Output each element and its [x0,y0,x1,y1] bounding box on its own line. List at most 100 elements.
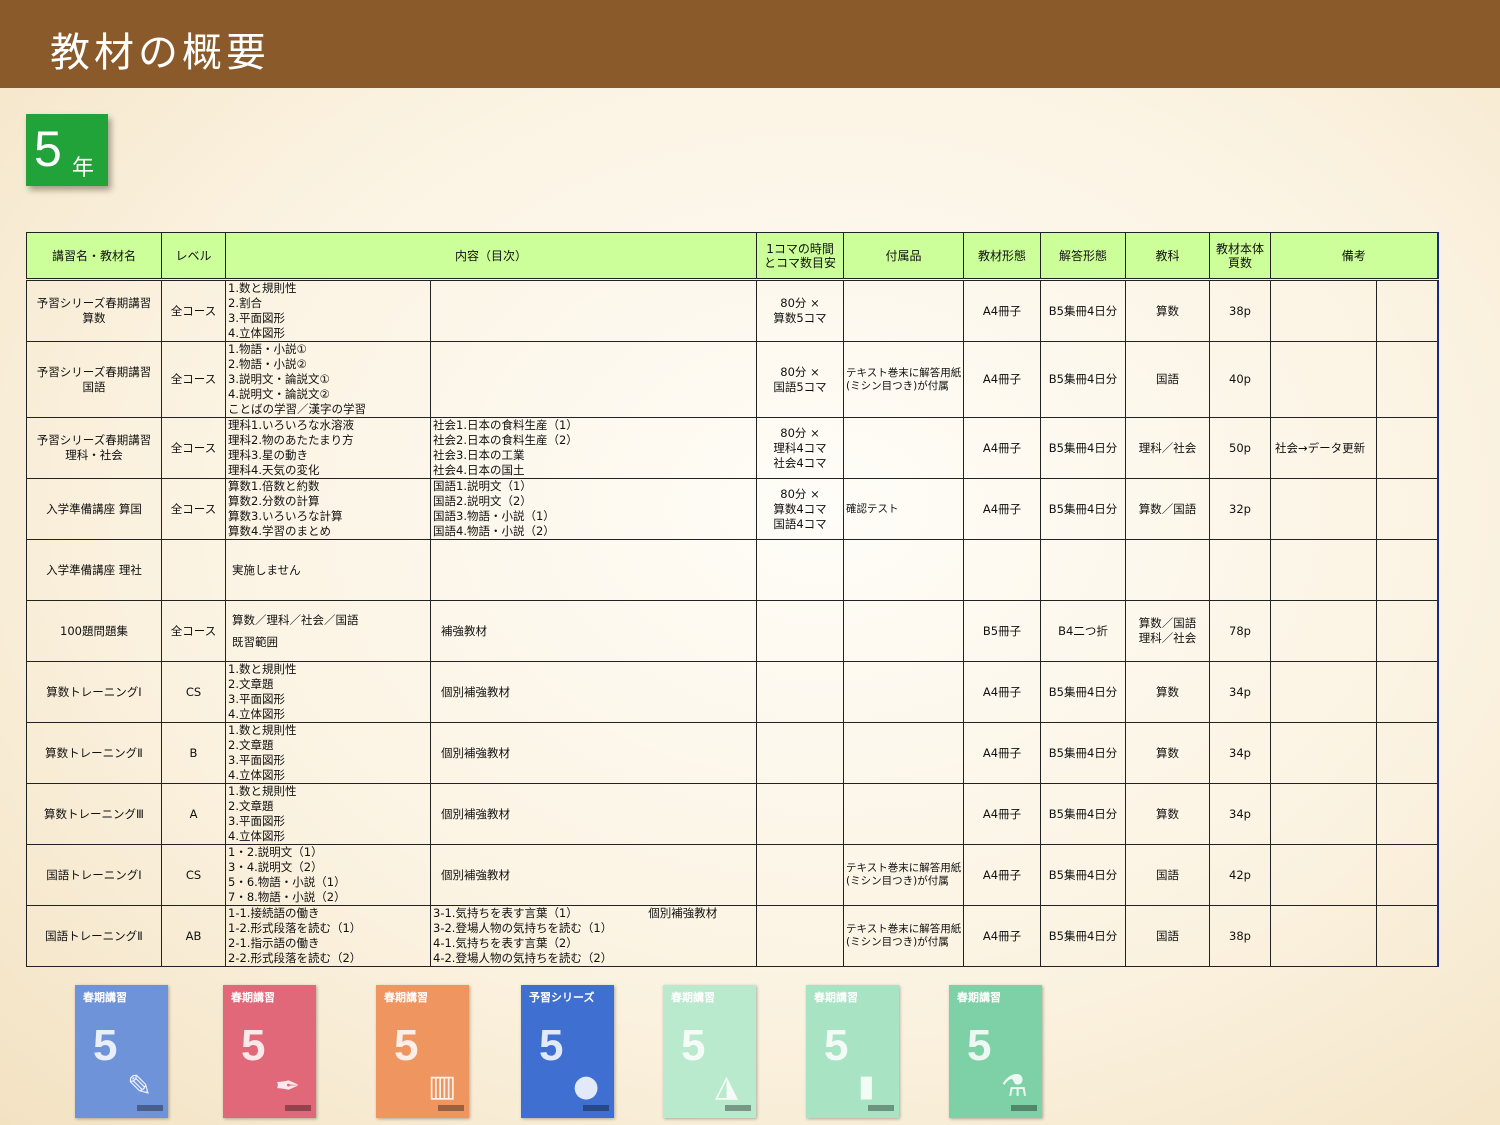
cell-line: 2.文章題 [228,738,274,752]
cell-level: A [161,783,226,845]
cell-subject [1125,539,1211,601]
cell-line: 社会2.日本の食料生産（2） [433,433,578,447]
cell-line: 2.割合 [228,296,262,310]
cell-line: 理科／社会 [1138,440,1197,455]
table-row: 入学準備講座 理社 実施しません [26,539,1439,601]
table-row: 国語トレーニングⅠ CS 1・2.説明文（1） 3・4.説明文（2） 5・6.物語・… [26,844,1439,906]
cell-line: 国語1.説明文（1） [433,479,532,494]
cell-extra [1376,905,1439,967]
cell-line: 理科1.いろいろな水溶液 [228,418,354,433]
table-row: 入学準備講座 算国 全コース 算数1.倍数と約数 算数2.分数の計算 算数3.いろい… [26,478,1439,540]
book-grade-number: 5 [394,1021,419,1070]
header-remarks: 備考 [1270,232,1439,281]
cell-pages: 50p [1209,417,1272,479]
cell-line: 80分 × [780,364,820,379]
cell-attach: テキスト巻末に解答用紙 (ミシン目つき)が付属 [843,341,965,418]
cell-line: 80分 × [780,425,820,440]
book-grade-number: 5 [824,1021,849,1070]
table-row: 算数トレーニングⅢ A 1.数と規則性 2.文章題 3.平面図形 4.立体図形 個別補… [26,783,1439,845]
cell-line: 国語5コマ [773,379,827,394]
cell-attach [843,279,965,342]
cell-extra [1376,539,1439,601]
cell-format: A4冊子 [963,661,1042,723]
book-label: 春期講習 [231,991,275,1004]
cell-line: 算数 [1156,303,1180,318]
cell-line: 算数4.学習のまとめ [228,524,331,538]
cell-subject: 理科／社会 [1125,417,1211,479]
cell-line: 2-1.指示語の働き [228,936,320,950]
cell-line: (ミシン目つき)が付属 [846,875,949,887]
cell-time [756,905,845,967]
page-title: 教材の概要 [50,30,270,76]
cell-contents-2: 個別補強教材 [429,844,758,906]
cell-time [756,783,845,845]
cell-name: 入学準備講座 算国 [26,478,162,540]
cell-answer [1040,539,1127,601]
cell-line: 入学準備講座 理社 [46,562,142,577]
cell-line: 算数5コマ [773,311,827,325]
cell-line: 算数 [1156,684,1180,699]
cell-name: 予習シリーズ春期講習 理科・社会 [26,417,162,479]
header-time: 1コマの時間 とコマ数目安 [756,232,845,281]
book-label: 春期講習 [671,991,715,1004]
book-grade-number: 5 [681,1021,706,1070]
cell-line: 個別補強教材 [648,906,718,921]
cell-line: 予習シリーズ春期講習 [36,433,152,447]
cell-line: 3.説明文・論説文① [228,372,330,386]
book-icon: ▮ [858,1069,875,1104]
publisher-logo [583,1105,609,1111]
grade-badge: 5 年 [26,114,108,186]
cell-remarks [1270,539,1378,601]
cell-line: 算数トレーニングⅠ [46,684,142,699]
cell-contents-2 [429,539,758,601]
cell-line: 予習シリーズ春期講習 [36,296,152,310]
cell-line: 4.立体図形 [228,829,285,843]
cell-attach [843,539,965,601]
cell-line: 理科2.物のあたたまり方 [228,433,354,447]
cell-attach: テキスト巻末に解答用紙 (ミシン目つき)が付属 [843,905,965,967]
cell-name: 国語トレーニングⅡ [26,905,162,967]
cell-time: 80分 × 理科4コマ 社会4コマ [756,417,845,479]
header-level: レベル [161,232,226,281]
cell-line: 国語 [1156,867,1180,882]
header-contents: 内容（目次） [224,232,758,281]
cell-line: 算数トレーニングⅢ [44,806,144,821]
cell-pages [1209,539,1272,601]
cell-level: 全コース [161,600,226,662]
cell-attach [843,661,965,723]
table-header-row: 講習名・教材名 レベル 内容（目次） 1コマの時間 とコマ数目安 付属品 教材形態… [26,232,1439,281]
cell-line: 80分 × [780,486,820,501]
triangle-icon: ◮ [715,1069,739,1104]
cell-line: ことばの学習／漢字の学習 [228,402,366,416]
cell-line: テキスト巻末に解答用紙 [846,366,962,379]
cell-contents-2: 社会1.日本の食料生産（1） 社会2.日本の食料生産（2） 社会3.日本の工業 社会4… [429,417,758,479]
textbook-cover: 春期講習 5 ✒ [223,985,316,1118]
cell-level: 全コース [161,417,226,479]
cell-line: 3・4.説明文（2） [228,860,323,874]
cell-time [756,844,845,906]
cell-line: 算数／理科／社会／国語 [232,613,359,627]
cell-line: 国語3.物語・小説（1） [433,509,555,523]
cell-line: 算数 [1156,745,1180,760]
cell-level: 全コース [161,279,226,342]
cell-pages: 32p [1209,478,1272,540]
cell-name: 算数トレーニングⅠ [26,661,162,723]
textbook-cover: 春期講習 5 ▥ [376,985,469,1118]
cell-line: 理科4.天気の変化 [228,463,320,477]
cell-line: 社会4コマ [773,455,827,470]
cell-contents-1: 1.物語・小説① 2.物語・小説② 3.説明文・論説文① 4.説明文・論説文② ことばの… [225,341,431,418]
cell-extra [1376,783,1439,845]
cell-contents-1: 理科1.いろいろな水溶液 理科2.物のあたたまり方 理科3.星の動き 理科4.天気の変… [225,417,431,479]
cell-time [756,600,845,662]
flask-icon: ⚗ [1001,1069,1028,1104]
cell-remarks [1270,478,1378,540]
cell-attach: 確認テスト [843,478,965,540]
cell-time [756,661,845,723]
cell-attach [843,600,965,662]
book-label: 予習シリーズ [529,991,595,1004]
cell-name: 算数トレーニングⅢ [26,783,162,845]
cell-pages: 78p [1209,600,1272,662]
cell-line: 確認テスト [846,502,899,515]
cell-contents-1: 1.数と規則性 2.文章題 3.平面図形 4.立体図形 [225,661,431,723]
cell-line: 3-1.気持ちを表す言葉（1） [433,906,578,921]
